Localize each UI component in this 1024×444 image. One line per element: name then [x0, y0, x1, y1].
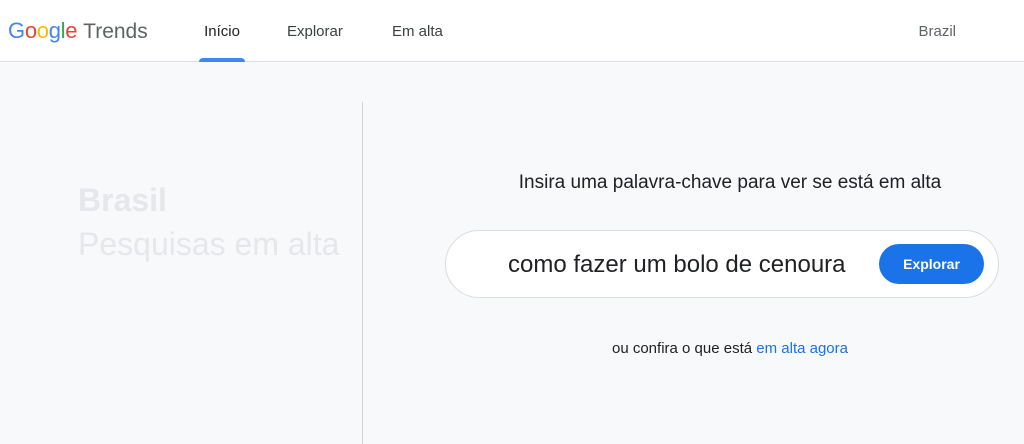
logo-letter-o2: o [36, 18, 49, 43]
trending-prefix: ou confira o que está [611, 340, 753, 357]
top-header: Google Trends Início Explorar Em alta Br… [0, 0, 1024, 62]
trends-wordmark: Trends [83, 20, 148, 43]
google-wordmark: Google [8, 17, 77, 45]
logo-letter-g2: g [48, 18, 61, 43]
nav-tab-em-alta[interactable]: Em alta [392, 0, 443, 62]
nav-tab-explorar[interactable]: Explorar [287, 0, 343, 62]
trending-now-line: ou confira o que está em alta agora [380, 340, 1024, 357]
region-label: Brazil [918, 22, 956, 40]
panel-subtitle: Pesquisas em alta [78, 226, 340, 262]
google-trends-logo[interactable]: Google Trends [8, 17, 148, 45]
explore-button[interactable]: Explorar [879, 244, 984, 284]
vertical-divider [362, 102, 363, 444]
search-prompt-text: Insira uma palavra-chave para ver se est… [518, 172, 942, 193]
search-input[interactable] [508, 245, 858, 285]
nav-tab-label: Explorar [287, 22, 343, 40]
search-box: Explorar [445, 230, 999, 298]
nav-tab-label: Em alta [392, 22, 443, 40]
region-selector[interactable]: Brazil [918, 0, 956, 62]
panel-country: Brasil [78, 182, 167, 218]
trending-searches-panel: Brasil Pesquisas em alta [78, 178, 348, 266]
nav-tab-label: Início [204, 22, 240, 40]
trending-now-link[interactable]: em alta agora [756, 340, 848, 357]
nav-tab-inicio[interactable]: Início [199, 0, 245, 62]
search-prompt: Insira uma palavra-chave para ver se est… [380, 172, 1024, 194]
logo-letter-o1: o [24, 18, 37, 43]
logo-letter-g: G [8, 18, 25, 43]
active-tab-indicator [199, 58, 245, 62]
logo-letter-e: e [65, 18, 78, 43]
